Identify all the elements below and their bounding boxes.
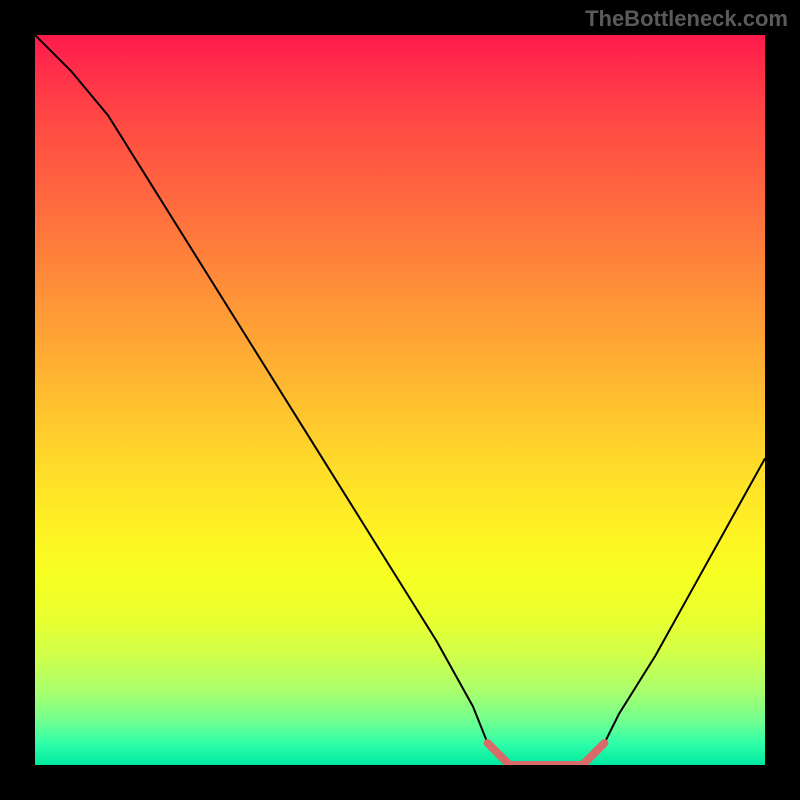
plot-area — [35, 35, 765, 765]
optimal-zone-highlight — [488, 743, 605, 765]
watermark-text: TheBottleneck.com — [585, 6, 788, 32]
bottleneck-curve — [35, 35, 765, 765]
curve-svg — [35, 35, 765, 765]
